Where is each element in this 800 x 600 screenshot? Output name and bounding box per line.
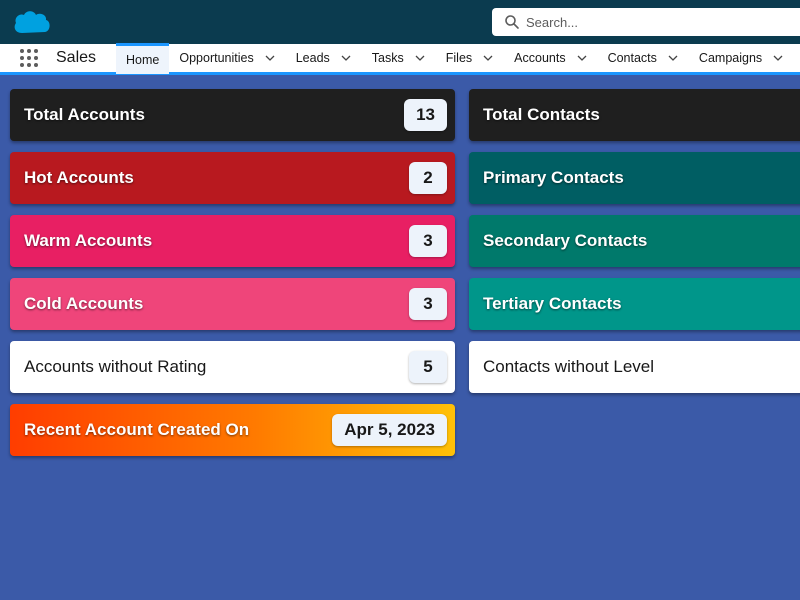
tab-tasks[interactable]: Tasks: [362, 43, 436, 74]
tab-label: Contacts: [607, 51, 657, 65]
count-badge: 13: [404, 99, 447, 131]
chevron-down-icon[interactable]: [576, 52, 588, 64]
card-label: Hot Accounts: [24, 168, 134, 187]
chevron-down-icon[interactable]: [264, 52, 276, 64]
chevron-down-icon[interactable]: [772, 52, 784, 64]
card-primary-contacts[interactable]: Primary Contacts: [469, 152, 800, 204]
card-label: Primary Contacts: [483, 168, 624, 187]
app-name: Sales: [56, 49, 97, 66]
card-label: Secondary Contacts: [483, 231, 648, 250]
card-label: Warm Accounts: [24, 231, 153, 250]
tab-opportunities[interactable]: Opportunities: [169, 43, 285, 74]
tab-label: Home: [126, 52, 160, 67]
app-nav-bar: Sales Home Opportunities Leads Tasks Fil…: [0, 42, 800, 75]
card-label: Total Accounts: [24, 105, 145, 124]
tab-accounts[interactable]: Accounts: [504, 43, 597, 74]
tab-home[interactable]: Home: [116, 42, 170, 74]
card-hot-accounts[interactable]: Hot Accounts 2: [10, 152, 455, 204]
chevron-down-icon[interactable]: [340, 52, 352, 64]
count-badge: 5: [409, 351, 447, 383]
app-launcher-icon[interactable]: [20, 48, 38, 68]
tab-contacts[interactable]: Contacts: [598, 43, 689, 74]
count-badge: 3: [409, 288, 447, 320]
count-badge: 3: [409, 225, 447, 257]
tab-label: Tasks: [371, 51, 404, 65]
card-total-contacts[interactable]: Total Contacts: [469, 89, 800, 141]
search-icon: [505, 15, 519, 29]
card-label: Accounts without Rating: [24, 357, 207, 376]
tab-label: Campaigns: [698, 51, 763, 65]
card-warm-accounts[interactable]: Warm Accounts 3: [10, 215, 455, 267]
tab-label: Opportunities: [179, 51, 254, 65]
tab-label: Leads: [295, 51, 330, 65]
chevron-down-icon[interactable]: [482, 52, 494, 64]
tab-label: Accounts: [514, 51, 566, 65]
card-label: Recent Account Created On: [24, 420, 250, 439]
card-tertiary-contacts[interactable]: Tertiary Contacts: [469, 278, 800, 330]
date-badge: Apr 5, 2023: [332, 414, 447, 446]
global-header: Search...: [0, 0, 800, 44]
tab-truncated[interactable]: D: [794, 43, 800, 74]
card-total-accounts[interactable]: Total Accounts 13: [10, 89, 455, 141]
card-label: Total Contacts: [483, 105, 600, 124]
card-cold-accounts[interactable]: Cold Accounts 3: [10, 278, 455, 330]
chevron-down-icon[interactable]: [414, 52, 426, 64]
card-accounts-without-rating[interactable]: Accounts without Rating 5: [10, 341, 455, 393]
tab-campaigns[interactable]: Campaigns: [689, 43, 794, 74]
salesforce-cloud-icon[interactable]: [12, 7, 52, 37]
search-placeholder: Search...: [526, 14, 579, 30]
card-label: Contacts without Level: [483, 357, 655, 376]
count-badge: 2: [409, 162, 447, 194]
card-label: Cold Accounts: [24, 294, 144, 313]
chevron-down-icon[interactable]: [667, 52, 679, 64]
card-label: Tertiary Contacts: [483, 294, 622, 313]
card-contacts-without-level[interactable]: Contacts without Level: [469, 341, 800, 393]
search-input[interactable]: Search...: [492, 8, 800, 36]
tab-leads[interactable]: Leads: [286, 43, 362, 74]
card-secondary-contacts[interactable]: Secondary Contacts: [469, 215, 800, 267]
tab-files[interactable]: Files: [436, 43, 504, 74]
tab-label: Files: [445, 51, 473, 65]
card-recent-account-created[interactable]: Recent Account Created On Apr 5, 2023: [10, 404, 455, 456]
